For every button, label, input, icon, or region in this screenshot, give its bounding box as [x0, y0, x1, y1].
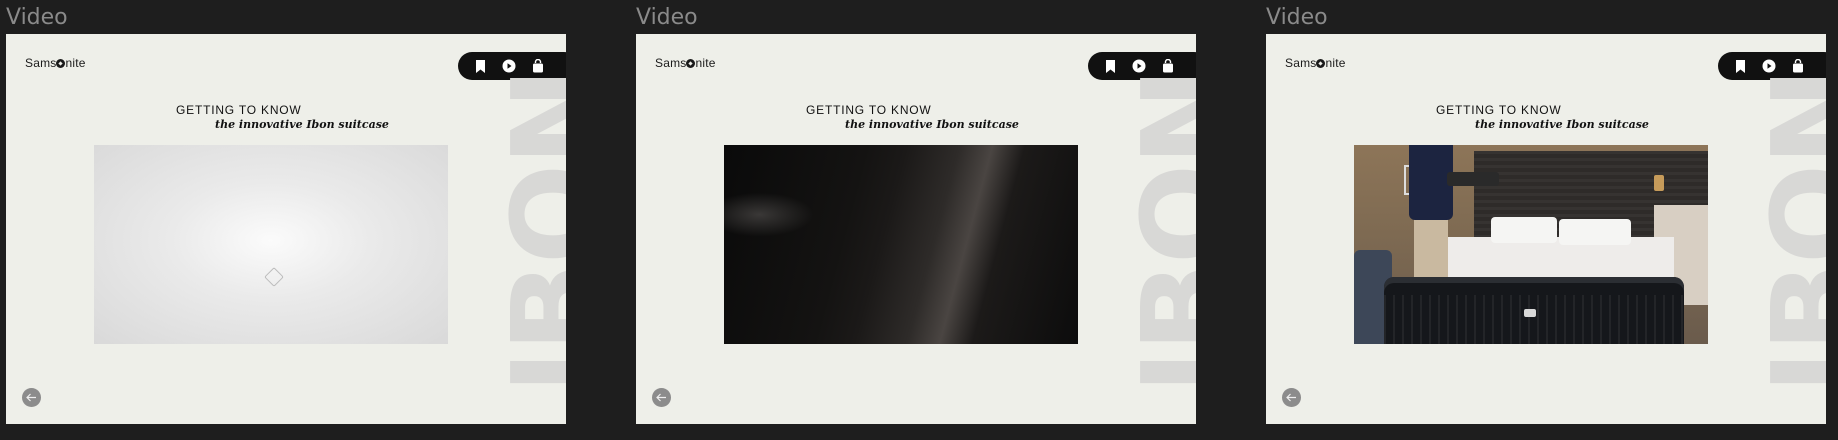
samsonite-logo[interactable]: Sams nite	[25, 56, 86, 70]
video-player[interactable]	[94, 145, 448, 344]
frame-label[interactable]: Video	[636, 5, 698, 30]
vertical-ibon-text: IBON	[1746, 69, 1826, 394]
heading-line-1: GETTING TO KNOW	[176, 103, 302, 117]
section-heading: GETTING TO KNOW the innovative Ibon suit…	[176, 103, 416, 131]
heading-line-2: the innovative Ibon suitcase	[1475, 118, 1649, 131]
back-button[interactable]	[1282, 388, 1301, 407]
frame-video-2: Video Sams nite GETTING TO KNOW the innov…	[636, 0, 1196, 440]
video-player[interactable]	[1354, 145, 1708, 344]
video-scene-lamp	[1654, 175, 1664, 191]
section-heading: GETTING TO KNOW the innovative Ibon suit…	[1436, 103, 1676, 131]
heading-line-2: the innovative Ibon suitcase	[215, 118, 389, 131]
frame-video-1: Video Sams nite GETTING TO KNOW the innov…	[6, 0, 566, 440]
frame-video-3: Video Sams nite GETTING TO KNOW the innov…	[1266, 0, 1826, 440]
arrow-left-icon	[26, 393, 36, 402]
artboard: Sams nite GETTING TO KNOW the innovative …	[1266, 34, 1826, 424]
artboard: Sams nite GETTING TO KNOW the innovative …	[6, 34, 566, 424]
vertical-ibon-text: IBON	[486, 69, 566, 394]
video-scene-pillow	[1491, 217, 1557, 243]
back-button[interactable]	[652, 388, 671, 407]
loading-logo-icon	[264, 267, 284, 287]
logo-text: nite	[695, 56, 716, 70]
section-heading: GETTING TO KNOW the innovative Ibon suit…	[806, 103, 1046, 131]
samsonite-logo[interactable]: Sams nite	[1285, 56, 1346, 70]
artboard: Sams nite GETTING TO KNOW the innovative …	[636, 34, 1196, 424]
video-scene-suitcase-tag	[1524, 309, 1536, 317]
video-scene-pillow	[1559, 219, 1631, 245]
heading-line-1: GETTING TO KNOW	[1436, 103, 1562, 117]
samsonite-logo[interactable]: Sams nite	[655, 56, 716, 70]
arrow-left-icon	[656, 393, 666, 402]
logo-text: nite	[1325, 56, 1346, 70]
heading-line-2: the innovative Ibon suitcase	[845, 118, 1019, 131]
vertical-ibon-text: IBON	[1116, 69, 1196, 394]
video-scene-tray	[1447, 172, 1499, 186]
arrow-left-icon	[1286, 393, 1296, 402]
frame-label[interactable]: Video	[6, 5, 68, 30]
video-player[interactable]	[724, 145, 1078, 344]
back-button[interactable]	[22, 388, 41, 407]
heading-line-1: GETTING TO KNOW	[806, 103, 932, 117]
frame-label[interactable]: Video	[1266, 5, 1328, 30]
logo-text: nite	[65, 56, 86, 70]
